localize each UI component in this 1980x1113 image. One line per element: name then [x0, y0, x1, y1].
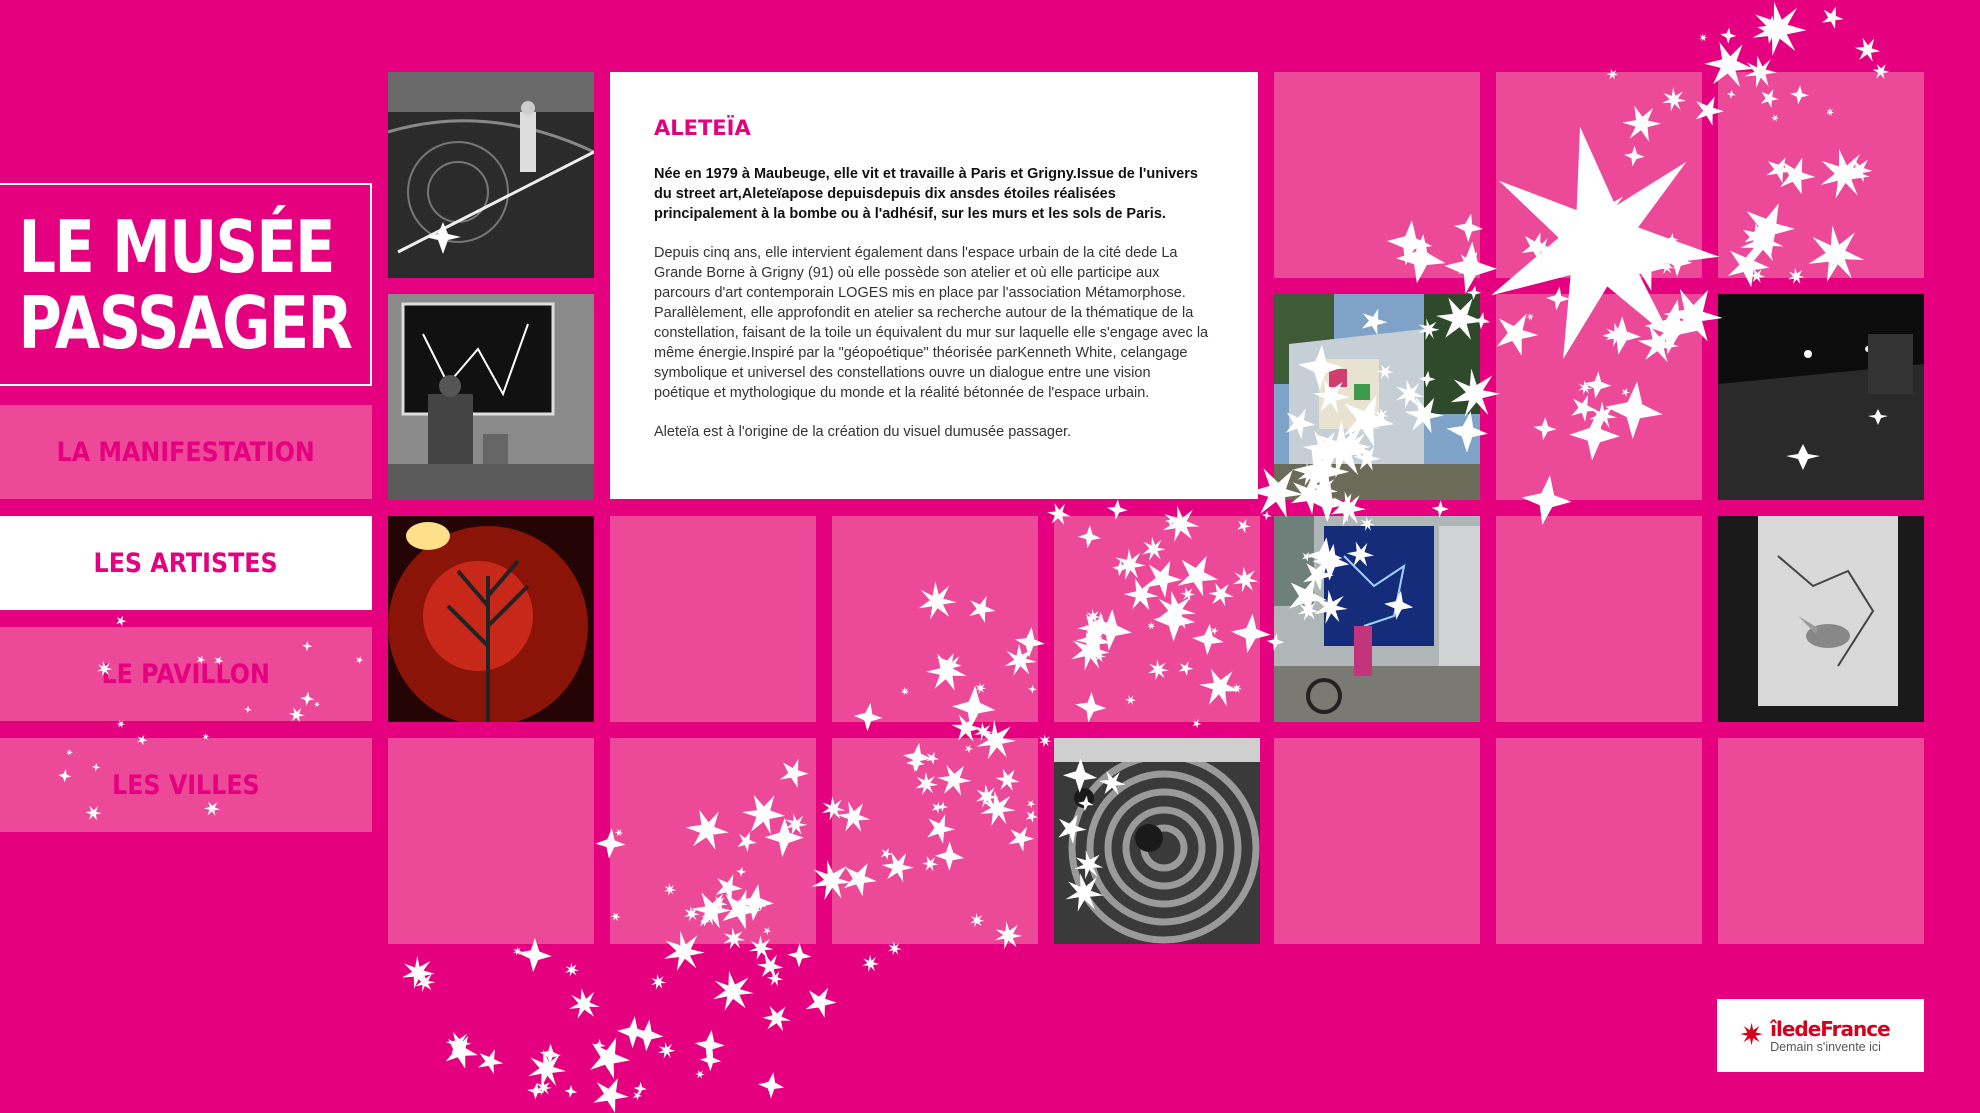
- artist-intro: Née en 1979 à Maubeuge, elle vit et trav…: [654, 166, 1198, 222]
- artwork-thumbnail-pavilion[interactable]: [1274, 294, 1480, 500]
- decorative-star: [651, 974, 667, 990]
- artwork-thumbnail-street-star[interactable]: [388, 72, 594, 278]
- nav-item-label: LES ARTISTES: [93, 547, 279, 579]
- decorative-star: [1854, 37, 1881, 62]
- nav-item-label: LA MANIFESTATION: [56, 436, 316, 468]
- nav-item-artistes[interactable]: LES ARTISTES: [0, 516, 372, 610]
- decorative-star: [631, 1019, 664, 1052]
- decorative-star: [694, 1030, 725, 1060]
- tile-empty: [610, 738, 816, 944]
- region-star-icon: ✷: [1739, 1017, 1765, 1053]
- decorative-star: [695, 1069, 705, 1079]
- nav-item-pavillon[interactable]: LE PAVILLON: [0, 627, 372, 721]
- nav-item-label: LE PAVILLON: [101, 658, 271, 690]
- decorative-star: [1431, 500, 1449, 518]
- decorative-star: [1509, 278, 1519, 288]
- tile-empty: [832, 738, 1038, 944]
- artwork-thumbnail-night-street[interactable]: [1718, 294, 1924, 500]
- decorative-star: [862, 954, 880, 973]
- tile-empty: [388, 738, 594, 944]
- decorative-star: [805, 987, 837, 1018]
- decorative-star: [762, 1005, 791, 1032]
- decorative-star: [565, 962, 580, 977]
- artwork-thumbnail-pigeon-wall[interactable]: [1718, 516, 1924, 722]
- decorative-star: [528, 1049, 567, 1088]
- nav-item-manifestation[interactable]: LA MANIFESTATION: [0, 405, 372, 499]
- artwork-thumbnail-constellation-board[interactable]: [388, 294, 594, 500]
- decorative-star: [1262, 510, 1272, 521]
- decorative-star: [527, 1082, 545, 1100]
- decorative-star: [1752, 1, 1807, 56]
- decorative-star: [756, 954, 784, 979]
- artwork-thumbnail-constellation-poster[interactable]: [1274, 516, 1480, 722]
- artist-credit: Aleteïa est à l'origine de la création d…: [654, 424, 1072, 440]
- decorative-star: [632, 1091, 643, 1101]
- decorative-star: [478, 1049, 504, 1075]
- decorative-star: [617, 1016, 649, 1049]
- decorative-star: [535, 1079, 553, 1096]
- tile-empty: [1496, 72, 1702, 278]
- site-title-block[interactable]: LE MUSÉE PASSAGER: [0, 183, 372, 386]
- decorative-star: [1038, 734, 1052, 748]
- logo-brand: îledeFrance: [1770, 1017, 1891, 1041]
- artist-info-panel: ALETEÏA Née en 1979 à Maubeuge, elle vit…: [610, 72, 1258, 499]
- decorative-star: [1699, 33, 1708, 42]
- decorative-star: [658, 1041, 676, 1059]
- decorative-star: [758, 1072, 785, 1099]
- tile-empty: [832, 516, 1038, 722]
- decorative-star: [1821, 6, 1844, 29]
- decorative-star: [1720, 27, 1737, 44]
- tile-empty: [1718, 72, 1924, 278]
- site-title: LE MUSÉE PASSAGER: [18, 204, 353, 365]
- decorative-star: [116, 615, 127, 627]
- decorative-star: [116, 720, 126, 729]
- nav-item-villes[interactable]: LES VILLES: [0, 738, 372, 832]
- decorative-star: [564, 1084, 578, 1098]
- decorative-star: [568, 988, 600, 1019]
- decorative-star: [402, 955, 435, 989]
- tile-empty: [1054, 516, 1260, 722]
- decorative-star: [787, 943, 812, 968]
- page: LE MUSÉE PASSAGER LA MANIFESTATION LES A…: [0, 0, 1980, 1113]
- tile-empty: [1274, 72, 1480, 278]
- nav-item-label: LES VILLES: [112, 769, 260, 801]
- tile-empty: [1496, 516, 1702, 722]
- ile-de-france-logo[interactable]: ✷ îledeFrance Demain s'invente ici: [1717, 999, 1924, 1072]
- artist-name: ALETEÏA: [654, 116, 751, 140]
- decorative-star: [713, 970, 754, 1011]
- decorative-star: [593, 1078, 629, 1113]
- decorative-star: [1757, 15, 1786, 44]
- decorative-star: [445, 1035, 478, 1069]
- tile-empty: [1718, 738, 1924, 944]
- artwork-thumbnail-red-tree[interactable]: [388, 516, 594, 722]
- tile-empty: [1274, 738, 1480, 944]
- logo-tagline: Demain s'invente ici: [1770, 1040, 1881, 1054]
- decorative-star: [415, 971, 436, 993]
- decorative-star: [593, 1038, 606, 1052]
- tile-empty: [1496, 738, 1702, 944]
- artwork-thumbnail-labyrinth-plaza[interactable]: [1054, 738, 1260, 944]
- decorative-star: [699, 1049, 722, 1072]
- decorative-star: [590, 1037, 631, 1079]
- decorative-star: [766, 970, 784, 987]
- decorative-star: [512, 946, 523, 956]
- tile-empty: [1496, 294, 1702, 500]
- artist-bio: Depuis cinq ans, elle intervient égaleme…: [654, 245, 1209, 401]
- decorative-star: [539, 1043, 561, 1065]
- decorative-star: [633, 1081, 647, 1096]
- tile-empty: [610, 516, 816, 722]
- decorative-star: [445, 1032, 472, 1056]
